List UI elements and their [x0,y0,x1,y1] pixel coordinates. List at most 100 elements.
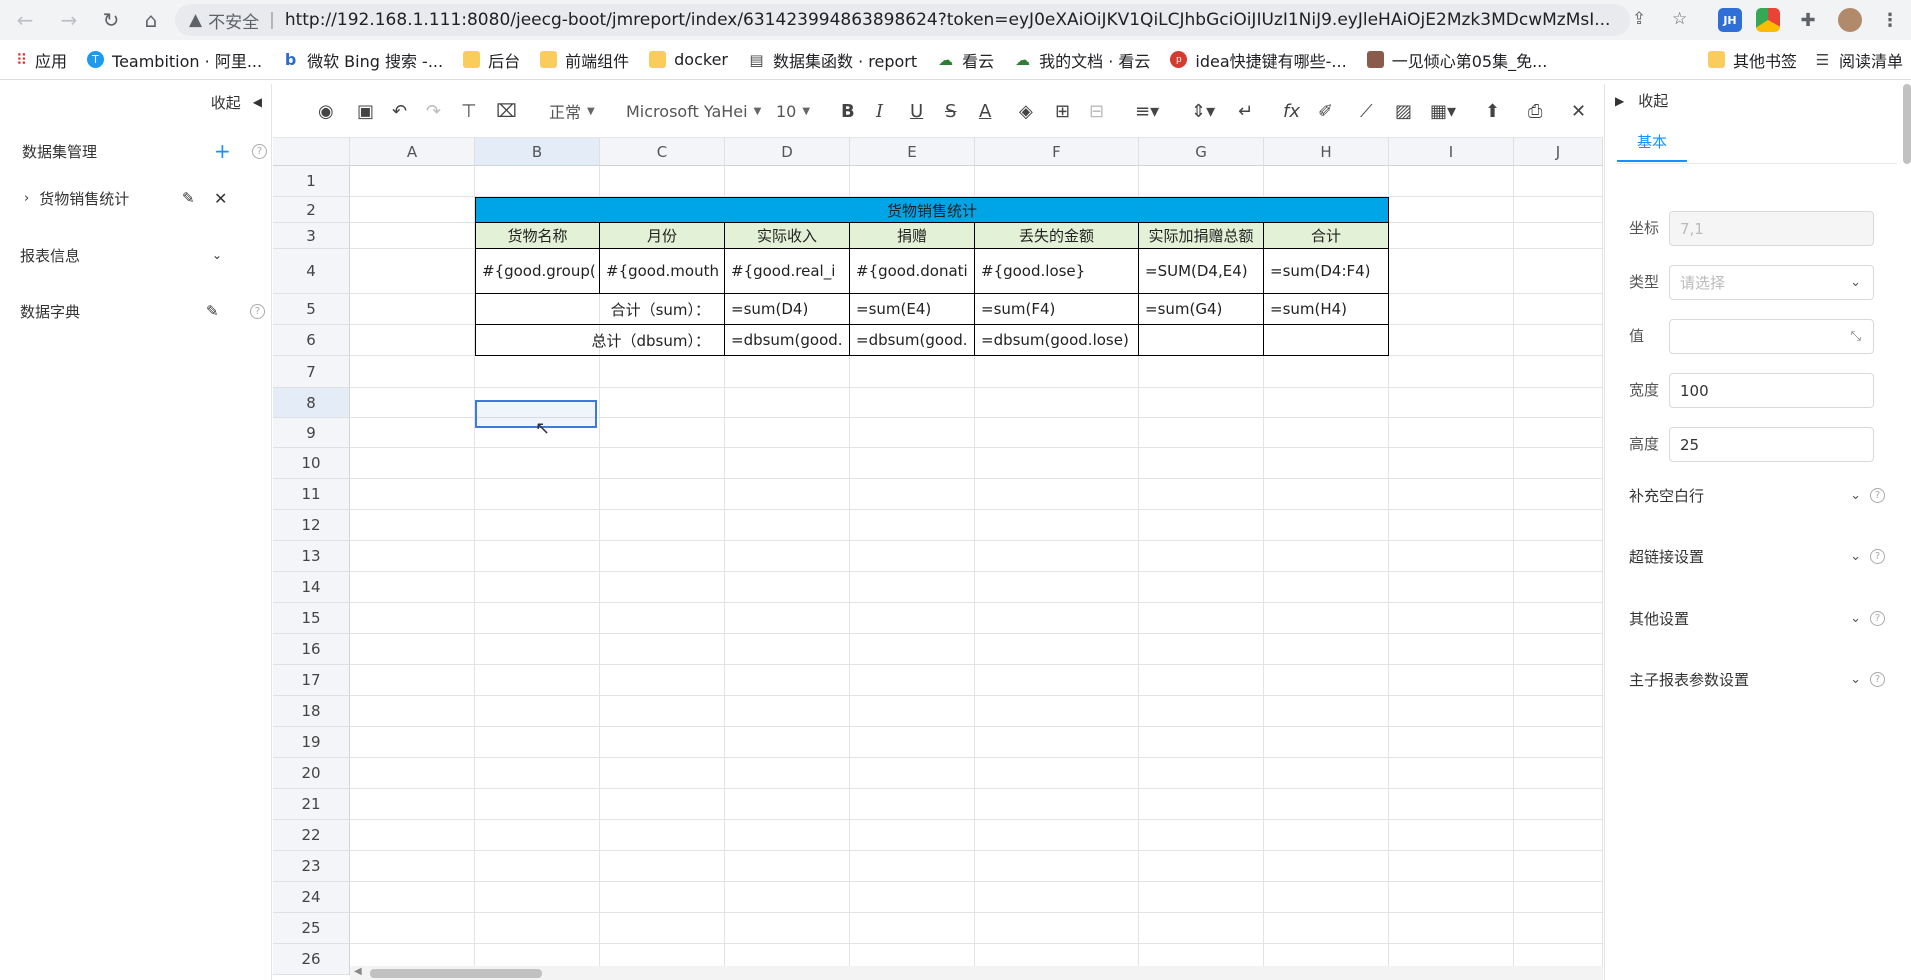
preview-eye-icon[interactable]: ◉ [318,98,334,124]
help-icon[interactable]: ? [1870,487,1885,503]
bookmark-video[interactable]: 一见倾心第05集_免... [1366,48,1547,72]
dataset-item-goods-sales[interactable]: › 货物销售统计 ✎ ✕ [0,183,272,213]
row-header[interactable]: 12 [273,510,350,541]
sum-cell[interactable]: =sum(F4) [975,294,1139,325]
help-icon[interactable]: ? [1870,610,1885,626]
data-cell[interactable]: #{good.lose} [975,249,1139,294]
help-icon[interactable]: ? [252,143,267,159]
report-title-cell[interactable]: 货物销售统计 [475,197,1389,223]
chevron-down-icon[interactable]: ⌄ [212,248,222,262]
share-icon[interactable]: ⇪ [1632,9,1646,29]
column-header[interactable]: G [1139,138,1264,166]
sum-cell[interactable]: =sum(E4) [850,294,975,325]
bookmark-teambition[interactable]: T Teambition · 阿里... [87,48,262,72]
row-header[interactable]: 15 [273,603,350,634]
valign-icon[interactable]: ⇕▾ [1191,98,1215,124]
redo-icon[interactable]: ↷ [426,98,441,124]
section-other[interactable]: 其他设置 ⌄ ? [1629,604,1899,632]
format-painter-icon[interactable]: ⊤ [461,98,477,124]
sum-cell[interactable]: =sum(D4) [725,294,850,325]
panel-collapse[interactable]: ▶ 收起 [1615,90,1668,111]
row-header[interactable]: 4 [273,249,350,294]
row-header[interactable]: 16 [273,634,350,665]
corner-cell[interactable] [273,138,350,166]
image-icon[interactable]: ▨ [1395,98,1412,124]
upload-icon[interactable]: ⬆ [1485,98,1500,124]
dbsum-cell[interactable]: =dbsum(good. [850,325,975,356]
column-header[interactable]: F [975,138,1139,166]
header-cell[interactable]: 实际加捐赠总额 [1139,223,1264,249]
reload-icon[interactable]: ↻ [98,7,124,33]
help-icon[interactable]: ? [250,303,265,319]
row-header[interactable]: 1 [273,166,350,197]
font-family-select[interactable]: Microsoft YaHei ▼ [626,98,761,124]
print-icon[interactable]: ⎙ [1528,98,1542,124]
dbsum-label-cell[interactable]: 总计（dbsum）： [475,325,725,356]
edit-pencil-icon[interactable]: ✎ [182,189,195,207]
column-header[interactable]: H [1264,138,1389,166]
expand-icon[interactable]: ⤡ [1851,329,1861,344]
tab-basic[interactable]: 基本 [1617,122,1687,162]
help-icon[interactable]: ? [1870,548,1885,564]
column-header[interactable]: A [350,138,475,166]
bookmark-folder-components[interactable]: 前端组件 [540,48,629,72]
sidebar-collapse[interactable]: 收起 ◀ [0,90,272,114]
column-header[interactable]: B [475,138,600,166]
bookmark-folder-backend[interactable]: 后台 [463,48,520,72]
column-header[interactable]: E [850,138,975,166]
component-grid-icon[interactable]: ▦▾ [1430,98,1456,124]
column-header[interactable]: J [1514,138,1603,166]
row-header[interactable]: 5 [273,294,350,325]
font-size-select[interactable]: 10 ▼ [776,98,810,124]
bookmark-idea[interactable]: p idea快捷键有哪些-... [1170,48,1347,72]
address-bar[interactable]: ▲ 不安全 | http://192.168.1.111:8080/jeecg-… [175,4,1630,36]
scroll-left-icon[interactable]: ◀ [354,966,362,977]
sum-label-cell[interactable]: 合计（sum）： [475,294,725,325]
dbsum-cell[interactable]: =dbsum(good. [725,325,850,356]
bold-icon[interactable]: B [841,98,855,124]
jh-extension-icon[interactable]: JH [1718,8,1742,32]
row-header[interactable]: 3 [273,223,350,249]
italic-icon[interactable]: I [876,98,883,124]
dbsum-cell[interactable]: =dbsum(good.lose) [975,325,1139,356]
dbsum-cell[interactable] [1264,325,1389,356]
chevron-right-icon[interactable]: › [24,191,29,206]
edit-pencil-icon[interactable]: ✎ [206,302,219,320]
row-header[interactable]: 21 [273,789,350,820]
save-icon[interactable]: ▣ [357,98,374,124]
type-select[interactable]: 请选择 ⌄ [1669,265,1874,300]
row-header[interactable]: 7 [273,356,350,388]
line-chart-icon[interactable]: ⟋ [1360,98,1373,124]
row-header[interactable]: 24 [273,882,350,913]
add-dataset-icon[interactable]: + [214,139,231,163]
text-wrap-icon[interactable]: ↵ [1238,98,1253,124]
vertical-scrollbar[interactable] [1903,84,1911,164]
merge-cells-icon[interactable]: ⊟ [1089,98,1104,124]
help-icon[interactable]: ? [1870,671,1885,687]
header-cell[interactable]: 合计 [1264,223,1389,249]
column-header[interactable]: C [600,138,725,166]
home-icon[interactable]: ⌂ [138,7,164,33]
row-header[interactable]: 9 [273,418,350,448]
row-header[interactable]: 11 [273,479,350,510]
row-header[interactable]: 22 [273,820,350,851]
section-hyperlink[interactable]: 超链接设置 ⌄ ? [1629,542,1899,570]
row-header[interactable]: 14 [273,572,350,603]
star-icon[interactable]: ☆ [1672,9,1687,29]
align-icon[interactable]: ≡▾ [1135,98,1159,124]
row-header[interactable]: 23 [273,851,350,882]
report-info-section[interactable]: 报表信息 ⌄ [0,240,272,270]
section-fill-blank-rows[interactable]: 补充空白行 ⌄ ? [1629,481,1899,509]
bookmark-apps[interactable]: ⠿ 应用 [16,48,67,72]
puzzle-icon[interactable]: ✚ [1796,8,1820,32]
bookmark-folder-docker[interactable]: docker [649,50,728,69]
underline-icon[interactable]: U [910,98,923,124]
function-fx-icon[interactable]: fx [1283,98,1300,124]
settings-tools-icon[interactable]: ✕ [1571,98,1586,124]
row-header[interactable]: 17 [273,665,350,696]
row-header[interactable]: 2 [273,197,350,223]
data-cell[interactable]: #{good.real_i [725,249,850,294]
chrome-extension-icon[interactable] [1756,8,1780,32]
strikethrough-icon[interactable]: S [945,98,956,124]
height-field[interactable]: 25 [1669,427,1874,462]
